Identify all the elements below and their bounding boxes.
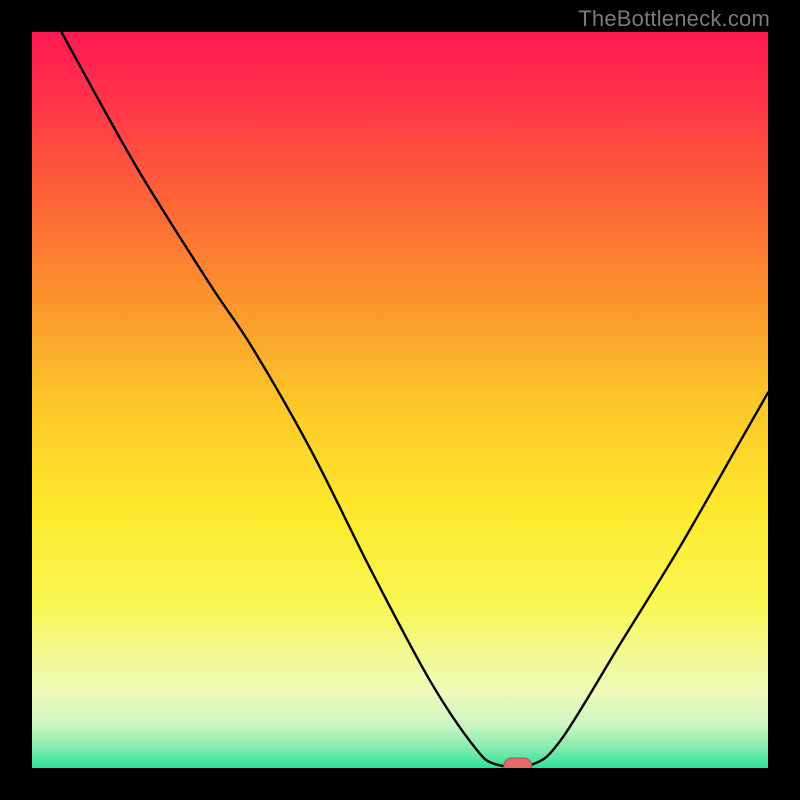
plot-area xyxy=(32,32,768,768)
gradient-background xyxy=(32,32,768,768)
chart-frame: TheBottleneck.com xyxy=(0,0,800,800)
plot-svg xyxy=(32,32,768,768)
optimal-marker xyxy=(504,758,532,768)
watermark-text: TheBottleneck.com xyxy=(578,6,770,32)
